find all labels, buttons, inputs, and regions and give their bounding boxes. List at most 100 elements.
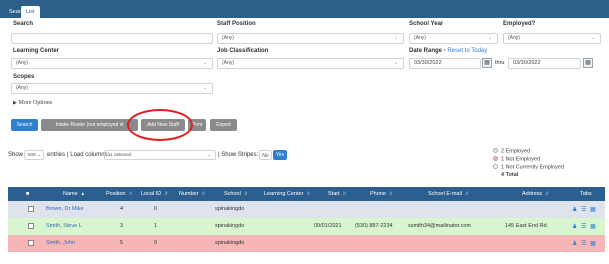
chevron-down-icon: ⌄ (207, 152, 211, 157)
employed-select[interactable]: (Any) ⌄ (503, 33, 601, 44)
job-classification-select[interactable]: (Any) ⌄ (217, 58, 404, 69)
col-learning-center[interactable]: Learning Center ⇵ (264, 187, 310, 201)
more-options-label: More Options (18, 100, 53, 106)
table-row[interactable]: Brown, Dr Mike 4 0 spinakingdo ♟ ☰ ▦ (8, 201, 605, 218)
load-columns-select[interactable]: 11 Selected ⌄ (104, 150, 216, 160)
row-tab-icons[interactable]: ♟ ☰ ▦ (572, 240, 597, 247)
entries-value: 500 (28, 152, 36, 157)
intake-roster-button[interactable]: Intake Roster (not employed st (41, 119, 138, 131)
school-year-select[interactable]: (Any) ⌄ (409, 33, 498, 44)
col-start[interactable]: Start ⇵ (328, 187, 346, 201)
cell-school: spinakingdo (215, 223, 245, 229)
cell-start: 09/01/2021 (314, 223, 342, 229)
export-button[interactable]: Export (210, 119, 237, 131)
thru-label: thru (495, 60, 505, 66)
staff-name-link[interactable]: Smith, John (46, 235, 75, 252)
legend-employed: 2 Employed (493, 148, 605, 156)
entries-select[interactable]: 500 ⌄ (24, 150, 44, 160)
scopes-label: Scopes (13, 74, 35, 80)
white-dot-icon (493, 164, 498, 169)
job-classification-label: Job Classification (217, 48, 269, 54)
employed-value: (Any) (508, 35, 520, 41)
tab-list[interactable]: List (21, 6, 40, 18)
staff-position-label: Staff Position (217, 21, 256, 27)
row-checkbox[interactable] (28, 206, 34, 212)
scopes-value: (Any) (16, 85, 28, 91)
more-options-toggle[interactable]: ▶ More Options (13, 100, 52, 106)
calendar-icon[interactable]: ▦ (583, 58, 593, 68)
columns-value: 11 Selected (108, 152, 132, 157)
columns-icon: ▦ (590, 224, 597, 230)
employment-legend: 2 Employed 1 Not Employed 1 Not Currentl… (493, 148, 605, 180)
user-icon: ♟ (572, 241, 579, 247)
cell-local-id: 0 (154, 240, 158, 246)
table-row[interactable]: Smith, Steve L 3 1 spinakingdo 09/01/202… (8, 218, 605, 235)
learning-center-label: Learning Center (13, 48, 60, 54)
list-icon: ☰ (581, 224, 588, 230)
cell-phone: (530) 887-2234 (355, 223, 393, 229)
calendar-icon[interactable]: ▦ (482, 58, 492, 68)
chevron-down-icon: ⌄ (37, 152, 41, 157)
col-school-email[interactable]: School E-mail ⇵ (428, 187, 469, 201)
search-label: Search (13, 21, 34, 27)
search-button[interactable]: Search (11, 119, 38, 131)
col-address[interactable]: Address ⇵ (522, 187, 549, 201)
stripes-yes-button[interactable]: Yes (273, 150, 287, 160)
chevron-down-icon: ⌄ (393, 35, 398, 41)
staff-position-select[interactable]: (Any) ⌄ (217, 33, 404, 44)
cell-local-id: 0 (154, 206, 158, 212)
col-number[interactable]: Number ⇵ (179, 187, 205, 201)
cell-position: 3 (120, 223, 124, 229)
red-dot-icon (493, 156, 498, 161)
entries-label: entries (47, 152, 66, 158)
triangle-right-icon: ▶ (13, 100, 17, 106)
chevron-down-icon: ⌄ (393, 60, 398, 66)
staff-name-link[interactable]: Brown, Dr Mike (46, 201, 84, 218)
date-from-input[interactable]: 03/30/2022 (409, 58, 481, 69)
top-nav-bar: Search List (0, 0, 609, 18)
search-input[interactable] (11, 33, 213, 44)
select-all-checkbox[interactable]: ■ (26, 187, 29, 201)
learning-center-select[interactable]: (Any) ⌄ (11, 58, 213, 69)
cell-local-id: 1 (154, 223, 158, 229)
show-label: Show (8, 152, 24, 158)
columns-icon: ▦ (590, 241, 597, 247)
green-dot-icon (493, 148, 498, 153)
school-year-value: (Any) (414, 35, 426, 41)
col-name[interactable]: Name ▲ (63, 187, 85, 201)
cell-position: 4 (120, 206, 124, 212)
col-phone[interactable]: Phone ⇵ (370, 187, 393, 201)
legend-total: 4 Total (501, 172, 519, 178)
chevron-down-icon: ⌄ (202, 85, 207, 91)
employed-label: Employed? (503, 21, 536, 27)
reset-to-today-link[interactable]: Reset to Today (447, 48, 487, 54)
highlight-circle (127, 109, 193, 141)
chevron-down-icon: ⌄ (202, 60, 207, 66)
col-school[interactable]: School ⇵ (224, 187, 248, 201)
table-row[interactable]: Smith, John 5 0 spinakingdo ♟ ☰ ▦ (8, 235, 605, 252)
row-tab-icons[interactable]: ♟ ☰ ▦ (572, 206, 597, 213)
row-checkbox[interactable] (28, 223, 34, 229)
job-classification-value: (Any) (222, 60, 234, 66)
chevron-down-icon: ⌄ (590, 35, 595, 41)
learning-center-value: (Any) (16, 60, 28, 66)
legend-not-currently-employed: 1 Not Currently Employed (493, 164, 605, 172)
date-to-input[interactable]: 03/30/2022 (508, 58, 581, 69)
columns-icon: ▦ (590, 207, 597, 213)
scopes-select[interactable]: (Any) ⌄ (11, 83, 213, 94)
table-header: ■ Name ▲ Position ⇵ Local ID ⇵ Number ⇵ Scho… (8, 187, 605, 201)
col-local-id[interactable]: Local ID ⇵ (141, 187, 168, 201)
user-icon: ♟ (572, 224, 579, 230)
row-checkbox[interactable] (28, 240, 34, 246)
stripes-no-button[interactable]: No (259, 150, 272, 160)
list-icon: ☰ (581, 241, 588, 247)
cell-school: spinakingdo (215, 206, 245, 212)
chevron-down-icon: ⌄ (487, 35, 492, 41)
show-stripes-label: | Show Stripes: (218, 152, 259, 158)
cell-address: 145 East End Rd. (505, 223, 549, 229)
staff-name-link[interactable]: Smith, Steve L (46, 218, 82, 235)
row-tab-icons[interactable]: ♟ ☰ ▦ (572, 223, 597, 230)
staff-position-value: (Any) (222, 35, 234, 41)
col-position[interactable]: Position ⇵ (106, 187, 132, 201)
cell-school: spinakingdo (215, 240, 245, 246)
